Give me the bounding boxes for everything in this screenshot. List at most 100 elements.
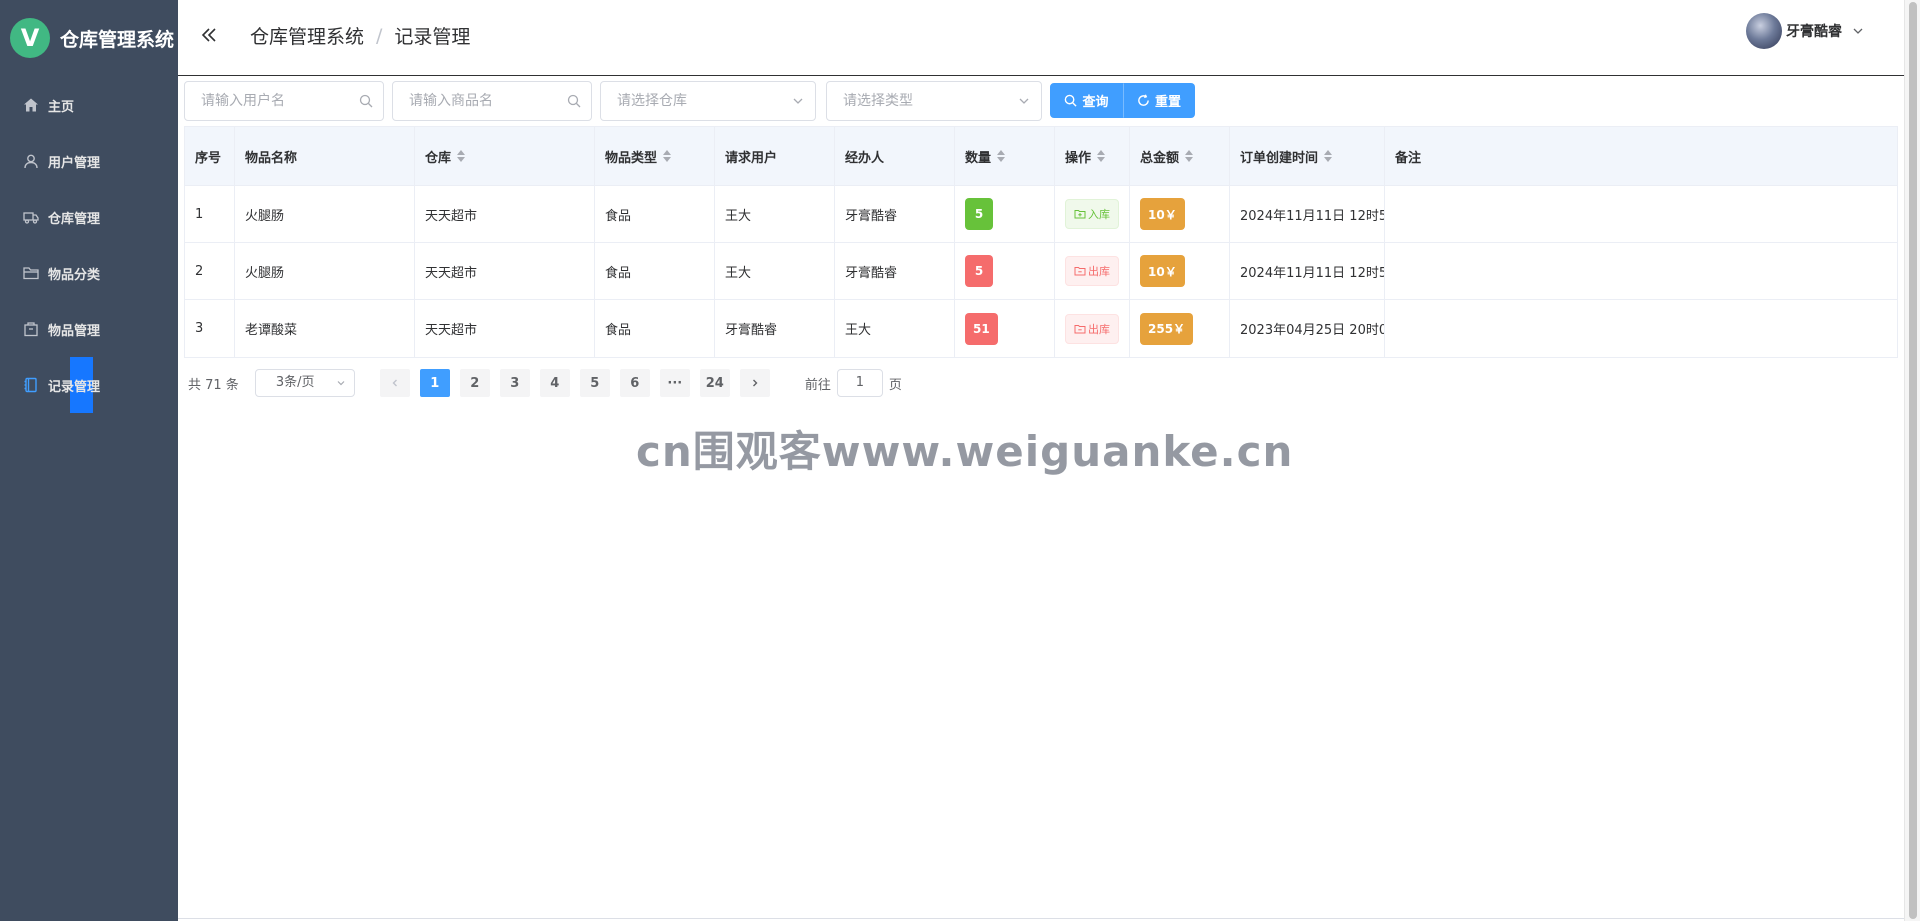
refresh-icon [1138, 94, 1149, 106]
column-header[interactable]: 物品类型 [595, 127, 715, 185]
cell-qty: 5 [955, 186, 1055, 242]
column-label: 物品类型 [605, 150, 658, 166]
qty-badge: 5 [965, 198, 993, 230]
scrollbar-thumb[interactable] [1909, 2, 1917, 919]
vue-logo-icon: V [10, 18, 50, 58]
column-header[interactable]: 数量 [955, 127, 1055, 185]
type-placeholder: 请选择类型 [843, 93, 913, 109]
vertical-scrollbar[interactable] [1904, 0, 1920, 921]
warehouse-select[interactable]: 请选择仓库 [600, 81, 816, 121]
username-search-input[interactable]: 请输入用户名 [184, 81, 384, 121]
amount-badge: 10￥ [1140, 255, 1185, 287]
collapse-sidebar-button[interactable] [198, 24, 220, 46]
sidebar-item-records[interactable]: 记录管理 [0, 357, 178, 413]
page-button-24[interactable]: 24 [699, 369, 730, 397]
column-header[interactable]: 仓库 [415, 127, 595, 185]
app-logo[interactable]: V 仓库管理系统 [10, 18, 174, 58]
chevron-down-icon [1853, 28, 1863, 34]
cell-created: 2024年11月11日 12时59分 [1230, 186, 1385, 242]
cell-type: 食品 [595, 243, 715, 299]
sort-caret-icon[interactable] [1097, 150, 1106, 162]
cell-handler: 牙膏酷睿 [835, 186, 955, 242]
sort-caret-icon[interactable] [1185, 150, 1194, 162]
cell-op: 出库 [1055, 300, 1130, 357]
page-ellipsis-button[interactable]: ··· [659, 369, 690, 397]
user-icon [22, 152, 40, 170]
breadcrumb-separator: / [376, 24, 383, 47]
column-header: 物品名称 [235, 127, 415, 185]
amount-badge: 255￥ [1140, 312, 1194, 345]
avatar[interactable] [1746, 13, 1782, 49]
column-label: 订单创建时间 [1240, 150, 1319, 166]
op-tag-in: 入库 [1065, 199, 1119, 229]
table-header: 序号 物品名称 仓库 物品类型 请求用户 经办人 数量 操作 总金额 订单创建时… [185, 127, 1897, 186]
user-menu[interactable]: 牙膏酷睿 [1746, 12, 1864, 50]
breadcrumb-item-home[interactable]: 仓库管理系统 [250, 22, 364, 49]
prev-page-button[interactable] [379, 369, 410, 397]
chevron-left-icon [392, 379, 397, 387]
sidebar-item-label: 物品分类 [48, 267, 101, 283]
sidebar-item-home[interactable]: 主页 [0, 77, 178, 133]
sidebar-item-category[interactable]: 物品分类 [0, 245, 178, 301]
cell-amount: 10￥ [1130, 186, 1230, 242]
page-size-select[interactable]: 3条/页 [254, 369, 355, 397]
page-button-4[interactable]: 4 [539, 369, 570, 397]
username-placeholder: 请输入用户名 [201, 93, 285, 109]
sort-caret-icon[interactable] [997, 150, 1006, 162]
page-button-3[interactable]: 3 [499, 369, 530, 397]
column-header[interactable]: 订单创建时间 [1230, 127, 1385, 185]
cell-op: 出库 [1055, 243, 1130, 299]
user-name: 牙膏酷睿 [1786, 24, 1842, 40]
goods-placeholder: 请输入商品名 [409, 93, 493, 109]
cell-amount: 10￥ [1130, 243, 1230, 299]
cell-index: 3 [185, 300, 235, 357]
folder-remove-icon [1074, 324, 1086, 333]
reset-button[interactable]: 重置 [1123, 83, 1195, 118]
chevron-down-icon [793, 98, 803, 104]
cell-warehouse: 天天超市 [415, 186, 595, 242]
column-header[interactable]: 总金额 [1130, 127, 1230, 185]
sidebar-item-warehouse[interactable]: 仓库管理 [0, 189, 178, 245]
sidebar-item-label: 仓库管理 [48, 211, 101, 227]
cell-name: 老谭酸菜 [235, 300, 415, 357]
cell-remark [1385, 243, 1897, 299]
pagination: 共 71 条 3条/页 1 2 3 4 5 6 ··· 24 前往 1 页 [188, 369, 902, 397]
cell-qty: 51 [955, 300, 1055, 357]
sort-caret-icon[interactable] [457, 150, 466, 162]
goto-suffix: 页 [888, 377, 902, 393]
sidebar-menu: 主页 用户管理 仓库管理 物品分类 物品管理 记录管理 [0, 77, 178, 413]
search-icon [1065, 94, 1078, 107]
column-label: 物品名称 [245, 150, 298, 166]
goto-prefix: 前往 [804, 377, 831, 393]
op-tag-out: 出库 [1065, 313, 1119, 344]
page-button-2[interactable]: 2 [459, 369, 490, 397]
sidebar-item-goods[interactable]: 物品管理 [0, 301, 178, 357]
folder-icon [22, 264, 40, 282]
cell-warehouse: 天天超市 [415, 300, 595, 357]
cell-type: 食品 [595, 300, 715, 357]
column-label: 总金额 [1140, 150, 1180, 166]
column-header: 序号 [185, 127, 235, 185]
page-button-5[interactable]: 5 [579, 369, 610, 397]
search-icon [359, 94, 373, 108]
cell-index: 1 [185, 186, 235, 242]
query-button[interactable]: 查询 [1050, 83, 1123, 118]
column-label: 操作 [1065, 150, 1092, 166]
reset-label: 重置 [1154, 95, 1181, 110]
sort-caret-icon[interactable] [663, 150, 672, 162]
column-header[interactable]: 操作 [1055, 127, 1130, 185]
op-label: 入库 [1088, 208, 1110, 221]
watermark: cn围观客www.weiguanke.cn [636, 427, 1294, 476]
next-page-button[interactable] [739, 369, 770, 397]
type-select[interactable]: 请选择类型 [826, 81, 1042, 121]
goods-search-input[interactable]: 请输入商品名 [392, 81, 592, 121]
page-button-6[interactable]: 6 [619, 369, 650, 397]
qty-badge: 51 [965, 312, 998, 345]
page-button-1[interactable]: 1 [419, 369, 450, 397]
qty-badge: 5 [965, 255, 993, 287]
sidebar-item-users[interactable]: 用户管理 [0, 133, 178, 189]
op-label: 出库 [1088, 322, 1110, 336]
sort-caret-icon[interactable] [1324, 150, 1333, 162]
goto-page-input[interactable]: 1 [836, 369, 883, 397]
cell-remark [1385, 300, 1897, 357]
